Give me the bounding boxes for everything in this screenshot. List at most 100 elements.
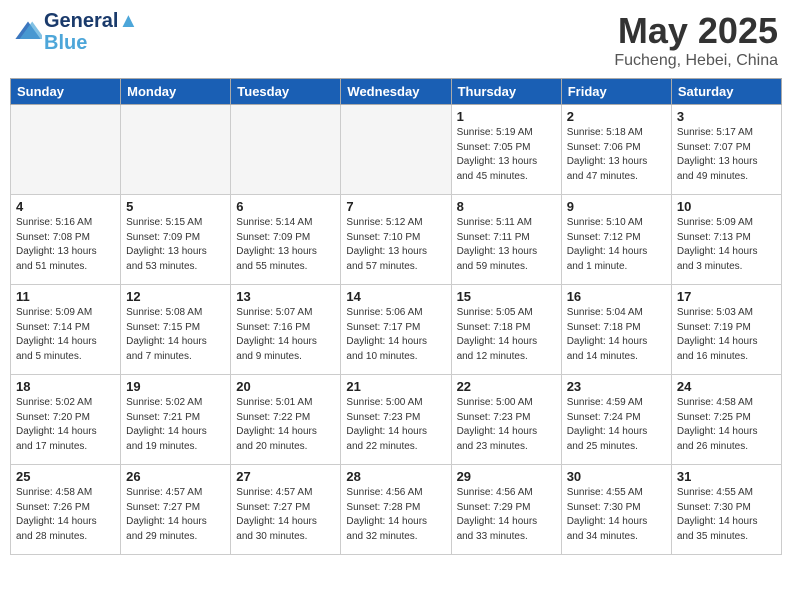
day-info: Sunrise: 4:55 AMSunset: 7:30 PMDaylight:… (677, 486, 776, 544)
calendar-cell: 20 Sunrise: 5:01 AMSunset: 7:22 PMDayligh… (231, 375, 341, 465)
day-info: Sunrise: 4:57 AMSunset: 7:27 PMDaylight:… (236, 486, 335, 544)
calendar-cell: 25Sunrise: 4:58 AMSunset: 7:26 PMDayligh… (11, 465, 121, 555)
day-number: 3 (677, 109, 776, 124)
calendar-cell: 23Sunrise: 4:59 AMSunset: 7:24 PMDayligh… (561, 375, 671, 465)
day-info: Sunrise: 5:16 AMSunset: 7:08 PMDaylight:… (16, 216, 115, 274)
calendar-week-row: 1 Sunrise: 5:19 AMSunset: 7:05 PMDaylight… (11, 105, 782, 195)
calendar-cell: 5 Sunrise: 5:15 AMSunset: 7:09 PMDaylight… (121, 195, 231, 285)
day-info: Sunrise: 4:57 AMSunset: 7:27 PMDaylight:… (126, 486, 225, 544)
day-info: Sunrise: 5:18 AMSunset: 7:06 PMDaylight:… (567, 126, 666, 184)
day-number: 7 (346, 199, 445, 214)
calendar-cell: 16 Sunrise: 5:04 AMSunset: 7:18 PMDayligh… (561, 285, 671, 375)
logo-icon (14, 18, 42, 46)
day-number: 31 (677, 469, 776, 484)
calendar-cell: 7 Sunrise: 5:12 AMSunset: 7:10 PMDaylight… (341, 195, 451, 285)
weekday-header-row: SundayMondayTuesdayWednesdayThursdayFrid… (11, 79, 782, 105)
day-info: Sunrise: 5:02 AMSunset: 7:20 PMDaylight:… (16, 396, 115, 454)
logo: General▲ Blue (14, 10, 138, 54)
calendar-cell: 24 Sunrise: 4:58 AMSunset: 7:25 PMDayligh… (671, 375, 781, 465)
calendar-cell: 21 Sunrise: 5:00 AMSunset: 7:23 PMDayligh… (341, 375, 451, 465)
day-info: Sunrise: 4:58 AMSunset: 7:25 PMDaylight:… (677, 396, 776, 454)
day-number: 15 (457, 289, 556, 304)
calendar-cell: 29 Sunrise: 4:56 AMSunset: 7:29 PMDayligh… (451, 465, 561, 555)
weekday-header: Sunday (11, 79, 121, 105)
day-info: Sunrise: 5:01 AMSunset: 7:22 PMDaylight:… (236, 396, 335, 454)
day-info: Sunrise: 5:03 AMSunset: 7:19 PMDaylight:… (677, 306, 776, 364)
day-info: Sunrise: 5:07 AMSunset: 7:16 PMDaylight:… (236, 306, 335, 364)
calendar-cell: 10 Sunrise: 5:09 AMSunset: 7:13 PMDayligh… (671, 195, 781, 285)
day-number: 27 (236, 469, 335, 484)
calendar-cell: 30Sunrise: 4:55 AMSunset: 7:30 PMDayligh… (561, 465, 671, 555)
calendar-cell: 15 Sunrise: 5:05 AMSunset: 7:18 PMDayligh… (451, 285, 561, 375)
calendar-cell: 27 Sunrise: 4:57 AMSunset: 7:27 PMDayligh… (231, 465, 341, 555)
day-number: 16 (567, 289, 666, 304)
day-info: Sunrise: 4:56 AMSunset: 7:29 PMDaylight:… (457, 486, 556, 544)
calendar-cell: 13 Sunrise: 5:07 AMSunset: 7:16 PMDayligh… (231, 285, 341, 375)
calendar-week-row: 4 Sunrise: 5:16 AMSunset: 7:08 PMDaylight… (11, 195, 782, 285)
day-number: 29 (457, 469, 556, 484)
calendar-cell: 9 Sunrise: 5:10 AMSunset: 7:12 PMDaylight… (561, 195, 671, 285)
day-info: Sunrise: 5:19 AMSunset: 7:05 PMDaylight:… (457, 126, 556, 184)
day-number: 1 (457, 109, 556, 124)
day-info: Sunrise: 5:15 AMSunset: 7:09 PMDaylight:… (126, 216, 225, 274)
calendar-cell: 28Sunrise: 4:56 AMSunset: 7:28 PMDayligh… (341, 465, 451, 555)
day-number: 21 (346, 379, 445, 394)
day-number: 9 (567, 199, 666, 214)
calendar-cell: 31 Sunrise: 4:55 AMSunset: 7:30 PMDayligh… (671, 465, 781, 555)
day-info: Sunrise: 5:09 AMSunset: 7:13 PMDaylight:… (677, 216, 776, 274)
day-number: 6 (236, 199, 335, 214)
day-info: Sunrise: 5:06 AMSunset: 7:17 PMDaylight:… (346, 306, 445, 364)
calendar-cell: 17 Sunrise: 5:03 AMSunset: 7:19 PMDayligh… (671, 285, 781, 375)
weekday-header: Wednesday (341, 79, 451, 105)
calendar-cell (121, 105, 231, 195)
calendar-cell (231, 105, 341, 195)
calendar-week-row: 11Sunrise: 5:09 AMSunset: 7:14 PMDayligh… (11, 285, 782, 375)
calendar-cell: 19 Sunrise: 5:02 AMSunset: 7:21 PMDayligh… (121, 375, 231, 465)
calendar-cell: 1 Sunrise: 5:19 AMSunset: 7:05 PMDaylight… (451, 105, 561, 195)
day-number: 17 (677, 289, 776, 304)
day-number: 14 (346, 289, 445, 304)
day-number: 2 (567, 109, 666, 124)
calendar-cell (341, 105, 451, 195)
calendar-cell: 18 Sunrise: 5:02 AMSunset: 7:20 PMDayligh… (11, 375, 121, 465)
day-info: Sunrise: 4:56 AMSunset: 7:28 PMDaylight:… (346, 486, 445, 544)
day-number: 19 (126, 379, 225, 394)
calendar-cell: 4 Sunrise: 5:16 AMSunset: 7:08 PMDaylight… (11, 195, 121, 285)
day-number: 4 (16, 199, 115, 214)
day-info: Sunrise: 5:10 AMSunset: 7:12 PMDaylight:… (567, 216, 666, 274)
calendar-cell: 8Sunrise: 5:11 AMSunset: 7:11 PMDaylight… (451, 195, 561, 285)
day-number: 18 (16, 379, 115, 394)
day-number: 10 (677, 199, 776, 214)
day-info: Sunrise: 5:08 AMSunset: 7:15 PMDaylight:… (126, 306, 225, 364)
calendar-week-row: 25Sunrise: 4:58 AMSunset: 7:26 PMDayligh… (11, 465, 782, 555)
calendar-week-row: 18 Sunrise: 5:02 AMSunset: 7:20 PMDayligh… (11, 375, 782, 465)
title-block: May 2025 Fucheng, Hebei, China (614, 10, 778, 70)
day-info: Sunrise: 5:12 AMSunset: 7:10 PMDaylight:… (346, 216, 445, 274)
day-info: Sunrise: 5:14 AMSunset: 7:09 PMDaylight:… (236, 216, 335, 274)
day-info: Sunrise: 5:04 AMSunset: 7:18 PMDaylight:… (567, 306, 666, 364)
day-info: Sunrise: 5:02 AMSunset: 7:21 PMDaylight:… (126, 396, 225, 454)
day-number: 11 (16, 289, 115, 304)
day-info: Sunrise: 5:11 AMSunset: 7:11 PMDaylight:… (457, 216, 556, 274)
day-number: 20 (236, 379, 335, 394)
day-number: 12 (126, 289, 225, 304)
day-info: Sunrise: 5:00 AMSunset: 7:23 PMDaylight:… (346, 396, 445, 454)
calendar-cell: 26 Sunrise: 4:57 AMSunset: 7:27 PMDayligh… (121, 465, 231, 555)
day-info: Sunrise: 4:55 AMSunset: 7:30 PMDaylight:… (567, 486, 666, 544)
day-number: 22 (457, 379, 556, 394)
day-info: Sunrise: 4:59 AMSunset: 7:24 PMDaylight:… (567, 396, 666, 454)
calendar-cell: 12 Sunrise: 5:08 AMSunset: 7:15 PMDayligh… (121, 285, 231, 375)
weekday-header: Thursday (451, 79, 561, 105)
day-info: Sunrise: 5:05 AMSunset: 7:18 PMDaylight:… (457, 306, 556, 364)
calendar-cell: 14 Sunrise: 5:06 AMSunset: 7:17 PMDayligh… (341, 285, 451, 375)
day-number: 24 (677, 379, 776, 394)
weekday-header: Friday (561, 79, 671, 105)
calendar-cell: 2 Sunrise: 5:18 AMSunset: 7:06 PMDaylight… (561, 105, 671, 195)
weekday-header: Tuesday (231, 79, 341, 105)
day-number: 13 (236, 289, 335, 304)
day-number: 5 (126, 199, 225, 214)
logo-subtext: Blue (44, 32, 138, 54)
day-info: Sunrise: 5:00 AMSunset: 7:23 PMDaylight:… (457, 396, 556, 454)
calendar-cell: 6 Sunrise: 5:14 AMSunset: 7:09 PMDaylight… (231, 195, 341, 285)
day-number: 26 (126, 469, 225, 484)
